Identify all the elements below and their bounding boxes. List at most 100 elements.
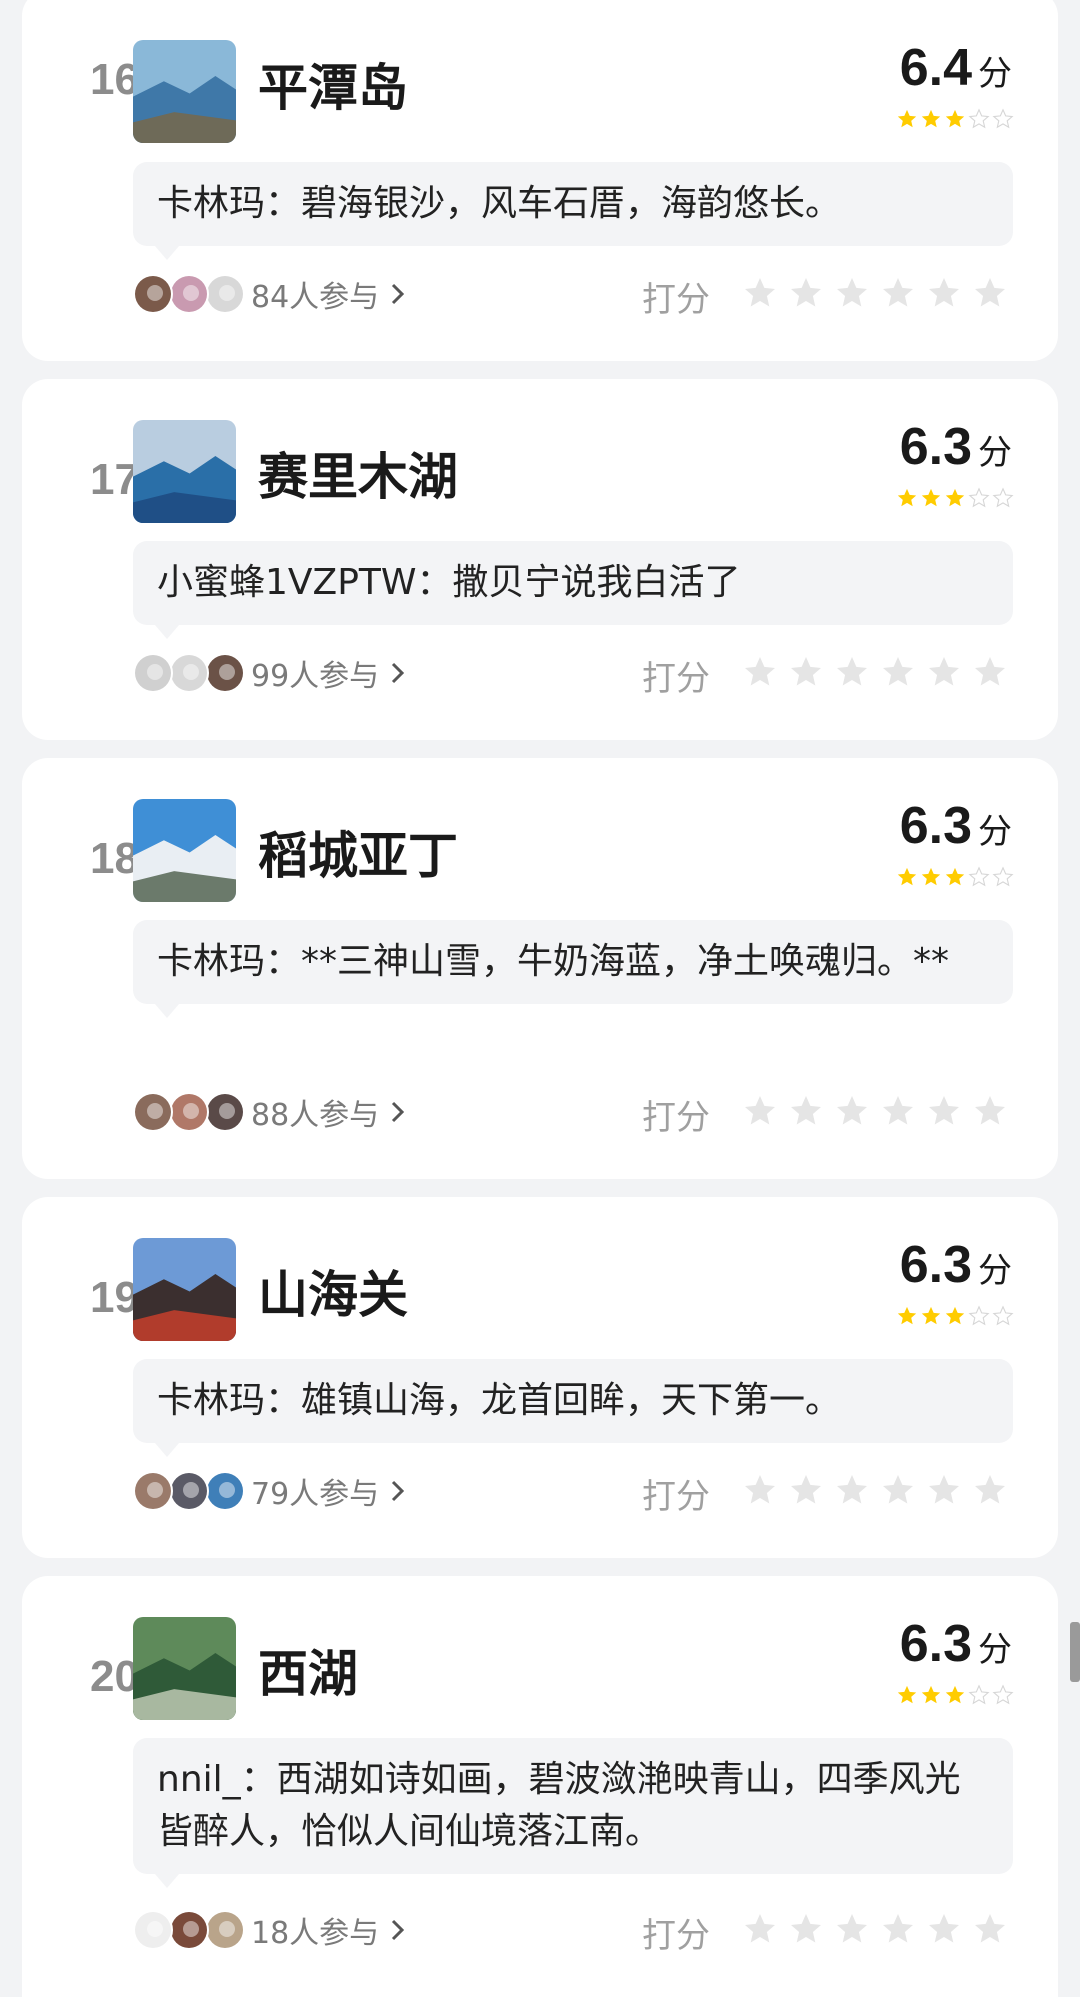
avatar-group bbox=[133, 1469, 249, 1513]
rate-label: 打分 bbox=[642, 1477, 710, 1517]
rate-star-icon[interactable] bbox=[834, 275, 870, 311]
participants-count: 99人参与 bbox=[251, 659, 380, 694]
rate-label: 打分 bbox=[642, 1098, 710, 1138]
rate-star-icon[interactable] bbox=[788, 1472, 824, 1508]
landscape-image-icon bbox=[133, 420, 236, 523]
rate-star-icon[interactable] bbox=[972, 275, 1008, 311]
star-filled-icon bbox=[920, 866, 942, 888]
rate-star-icon[interactable] bbox=[788, 1093, 824, 1129]
chevron-right-icon bbox=[392, 283, 405, 305]
rate-star-icon[interactable] bbox=[880, 1472, 916, 1508]
star-empty-icon bbox=[968, 1684, 990, 1706]
score-value: 6.3 bbox=[899, 418, 972, 476]
rating-input[interactable] bbox=[742, 1472, 1008, 1508]
rate-star-icon[interactable] bbox=[742, 275, 778, 311]
list-item[interactable]: 16 平潭岛 6.4 分 卡林玛：碧海银沙，风车石厝，海韵悠长。 84人参与 打… bbox=[22, 0, 1058, 361]
score-value: 6.3 bbox=[899, 797, 972, 855]
participants-count: 18人参与 bbox=[251, 1916, 380, 1951]
avatar bbox=[133, 274, 173, 314]
participants-link[interactable]: 18人参与 bbox=[133, 1908, 409, 1952]
list-item[interactable]: 17 赛里木湖 6.3 分 小蜜蜂1VZPTW：撒贝宁说我白活了 99人参与 打… bbox=[22, 379, 1058, 740]
rate-star-icon[interactable] bbox=[972, 1093, 1008, 1129]
rate-star-icon[interactable] bbox=[788, 1911, 824, 1947]
rate-star-icon[interactable] bbox=[880, 275, 916, 311]
participants-link[interactable]: 88人参与 bbox=[133, 1090, 409, 1134]
thumbnail-image[interactable] bbox=[133, 1617, 236, 1720]
comment-bubble[interactable]: 小蜜蜂1VZPTW：撒贝宁说我白活了 bbox=[133, 541, 1013, 639]
rate-star-icon[interactable] bbox=[880, 1093, 916, 1129]
thumbnail-image[interactable] bbox=[133, 420, 236, 523]
star-filled-icon bbox=[896, 1684, 918, 1706]
rate-star-icon[interactable] bbox=[926, 275, 962, 311]
star-filled-icon bbox=[896, 866, 918, 888]
participants-link[interactable]: 79人参与 bbox=[133, 1469, 409, 1513]
rating-input[interactable] bbox=[742, 1911, 1008, 1947]
place-name[interactable]: 平潭岛 bbox=[258, 48, 408, 120]
rating-input[interactable] bbox=[742, 654, 1008, 690]
landscape-image-icon bbox=[133, 1238, 236, 1341]
star-filled-icon bbox=[944, 1684, 966, 1706]
rate-star-icon[interactable] bbox=[972, 1911, 1008, 1947]
thumbnail-image[interactable] bbox=[133, 40, 236, 143]
rate-star-icon[interactable] bbox=[972, 654, 1008, 690]
rate-star-icon[interactable] bbox=[742, 1911, 778, 1947]
rate-star-icon[interactable] bbox=[926, 654, 962, 690]
scrollbar-thumb[interactable] bbox=[1070, 1622, 1080, 1682]
rate-star-icon[interactable] bbox=[742, 1093, 778, 1129]
score-value: 6.3 bbox=[899, 1615, 972, 1673]
list-item[interactable]: 19 山海关 6.3 分 卡林玛：雄镇山海，龙首回眸，天下第一。 79人参与 打… bbox=[22, 1197, 1058, 1558]
star-filled-icon bbox=[944, 487, 966, 509]
list-item[interactable]: 20 西湖 6.3 分 nnil_：西湖如诗如画，碧波潋滟映青山，四季风光皆醉人… bbox=[22, 1576, 1058, 1997]
participants-link[interactable]: 84人参与 bbox=[133, 272, 409, 316]
rating-input[interactable] bbox=[742, 275, 1008, 311]
thumbnail-image[interactable] bbox=[133, 799, 236, 902]
rate-star-icon[interactable] bbox=[742, 1472, 778, 1508]
score: 6.3 分 bbox=[900, 417, 1012, 477]
avatar bbox=[169, 1910, 209, 1950]
score: 6.4 分 bbox=[900, 38, 1012, 98]
star-empty-icon bbox=[968, 487, 990, 509]
rate-star-icon[interactable] bbox=[742, 654, 778, 690]
participants-link[interactable]: 99人参与 bbox=[133, 651, 409, 695]
score-stars bbox=[896, 1684, 1014, 1706]
rate-star-icon[interactable] bbox=[972, 1472, 1008, 1508]
chevron-right-icon bbox=[392, 1480, 405, 1502]
star-filled-icon bbox=[920, 108, 942, 130]
chevron-right-icon bbox=[392, 1919, 405, 1941]
score-value: 6.3 bbox=[899, 1236, 972, 1294]
list-item[interactable]: 18 稻城亚丁 6.3 分 卡林玛：**三神山雪，牛奶海蓝，净土唤魂归。** 8… bbox=[22, 758, 1058, 1179]
avatar bbox=[205, 1092, 245, 1132]
avatar bbox=[133, 653, 173, 693]
place-name[interactable]: 赛里木湖 bbox=[258, 437, 458, 509]
rating-input[interactable] bbox=[742, 1093, 1008, 1129]
avatar bbox=[133, 1471, 173, 1511]
star-filled-icon bbox=[896, 1305, 918, 1327]
star-filled-icon bbox=[920, 487, 942, 509]
chevron-right-icon bbox=[392, 662, 405, 684]
score: 6.3 分 bbox=[900, 1235, 1012, 1295]
rate-star-icon[interactable] bbox=[834, 1093, 870, 1129]
score-stars bbox=[896, 108, 1014, 130]
score-stars bbox=[896, 1305, 1014, 1327]
comment-bubble[interactable]: 卡林玛：碧海银沙，风车石厝，海韵悠长。 bbox=[133, 162, 1013, 260]
place-name[interactable]: 西湖 bbox=[258, 1634, 358, 1706]
comment-bubble[interactable]: 卡林玛：雄镇山海，龙首回眸，天下第一。 bbox=[133, 1359, 1013, 1457]
rate-star-icon[interactable] bbox=[834, 654, 870, 690]
avatar bbox=[169, 274, 209, 314]
place-name[interactable]: 稻城亚丁 bbox=[258, 816, 458, 888]
rate-star-icon[interactable] bbox=[926, 1093, 962, 1129]
rate-star-icon[interactable] bbox=[880, 654, 916, 690]
thumbnail-image[interactable] bbox=[133, 1238, 236, 1341]
rate-star-icon[interactable] bbox=[880, 1911, 916, 1947]
rate-star-icon[interactable] bbox=[834, 1472, 870, 1508]
star-empty-icon bbox=[992, 487, 1014, 509]
comment-bubble[interactable]: 卡林玛：**三神山雪，牛奶海蓝，净土唤魂归。** bbox=[133, 920, 1013, 1018]
place-name[interactable]: 山海关 bbox=[258, 1255, 408, 1327]
rate-star-icon[interactable] bbox=[788, 654, 824, 690]
rate-star-icon[interactable] bbox=[926, 1472, 962, 1508]
avatar bbox=[133, 1092, 173, 1132]
rate-star-icon[interactable] bbox=[788, 275, 824, 311]
comment-bubble[interactable]: nnil_：西湖如诗如画，碧波潋滟映青山，四季风光皆醉人，恰似人间仙境落江南。 bbox=[133, 1738, 1013, 1888]
rate-star-icon[interactable] bbox=[926, 1911, 962, 1947]
rate-star-icon[interactable] bbox=[834, 1911, 870, 1947]
